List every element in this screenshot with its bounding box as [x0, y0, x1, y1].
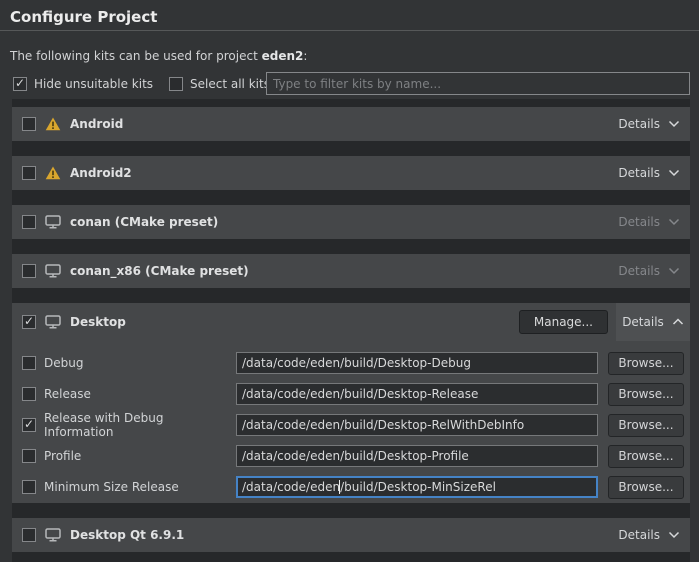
build-config-row-profile: Profile /data/code/eden/build/Desktop-Pr… — [12, 445, 690, 467]
build-config-checkbox[interactable] — [22, 449, 36, 463]
chevron-up-icon — [672, 318, 684, 326]
build-dir-text: /data/code/eden/build/Desktop-Profile — [242, 449, 469, 463]
kit-row-android: Android Details — [12, 107, 690, 141]
build-dir-input[interactable]: /data/code/eden/build/Desktop-MinSizeRel — [236, 476, 598, 498]
manage-kits-button[interactable]: Manage... — [519, 310, 608, 334]
browse-button[interactable]: Browse... — [608, 352, 684, 375]
build-config-checkbox[interactable] — [22, 356, 36, 370]
kit-list: Android Details Android2 Details conan (… — [12, 99, 690, 562]
chevron-down-icon — [668, 169, 680, 177]
kit-checkbox[interactable] — [22, 528, 36, 542]
chevron-down-icon — [668, 120, 680, 128]
build-dir-text: /data/code/eden/build/Desktop-Release — [242, 387, 478, 401]
kit-details-toggle[interactable]: Details — [618, 166, 680, 180]
kit-details-toggle[interactable]: Details — [616, 303, 690, 341]
build-config-row-relwithdebinfo: Release with Debug Information /data/cod… — [12, 414, 690, 436]
kit-name: Android — [70, 117, 123, 131]
build-config-row-debug: Debug /data/code/eden/build/Desktop-Debu… — [12, 352, 690, 374]
build-dir-text: /data/code/eden/build/Desktop-RelWithDeb… — [242, 418, 524, 432]
page-title: Configure Project — [10, 8, 157, 26]
build-dir-input[interactable]: /data/code/eden/build/Desktop-RelWithDeb… — [236, 414, 598, 436]
chevron-down-icon — [668, 531, 680, 539]
kit-checkbox[interactable] — [22, 264, 36, 278]
warning-icon — [45, 117, 61, 131]
desktop-icon — [45, 264, 61, 278]
browse-button[interactable]: Browse... — [608, 445, 684, 468]
build-dir-input[interactable]: /data/code/eden/build/Desktop-Release — [236, 383, 598, 405]
build-config-row-release: Release /data/code/eden/build/Desktop-Re… — [12, 383, 690, 405]
kit-row-conan: conan (CMake preset) Details — [12, 205, 690, 239]
details-label: Details — [618, 166, 660, 180]
text-caret — [339, 480, 340, 494]
build-config-row-minsizerel: Minimum Size Release /data/code/eden/bui… — [12, 476, 690, 498]
intro-suffix: : — [303, 49, 307, 63]
kit-checkbox[interactable] — [22, 315, 36, 329]
kit-details-toggle: Details — [618, 215, 680, 229]
build-config-label: Profile — [44, 449, 236, 463]
details-label: Details — [618, 117, 660, 131]
kit-name: conan (CMake preset) — [70, 215, 218, 229]
kit-checkbox[interactable] — [22, 166, 36, 180]
kit-section-desktop: Desktop Manage... Details Debug /data/co… — [12, 303, 690, 503]
build-dir-text: /data/code/eden/build/Desktop-Debug — [242, 356, 471, 370]
kit-name: Desktop Qt 6.9.1 — [70, 528, 184, 542]
build-config-label: Minimum Size Release — [44, 480, 236, 494]
kit-row-conan-x86: conan_x86 (CMake preset) Details — [12, 254, 690, 288]
build-dir-input[interactable]: /data/code/eden/build/Desktop-Profile — [236, 445, 598, 467]
build-config-checkbox[interactable] — [22, 418, 36, 432]
filter-row: Hide unsuitable kits Select all kits — [13, 77, 286, 91]
kit-details-toggle: Details — [618, 264, 680, 278]
intro-prefix: The following kits can be used for proje… — [10, 49, 262, 63]
kit-name: conan_x86 (CMake preset) — [70, 264, 249, 278]
details-label: Details — [618, 264, 660, 278]
build-config-label: Release — [44, 387, 236, 401]
hide-unsuitable-checkbox[interactable] — [13, 77, 27, 91]
select-all-label[interactable]: Select all kits — [190, 77, 270, 91]
build-dir-text: /data/code/eden/build/Desktop-MinSizeRel — [242, 480, 496, 494]
project-name: eden2 — [262, 49, 304, 63]
browse-button[interactable]: Browse... — [608, 414, 684, 437]
build-config-checkbox[interactable] — [22, 387, 36, 401]
browse-button[interactable]: Browse... — [608, 383, 684, 406]
kit-checkbox[interactable] — [22, 117, 36, 131]
details-label: Details — [618, 528, 660, 542]
build-config-label: Debug — [44, 356, 236, 370]
kit-details-toggle[interactable]: Details — [618, 117, 680, 131]
build-dir-input[interactable]: /data/code/eden/build/Desktop-Debug — [236, 352, 598, 374]
kit-details-toggle[interactable]: Details — [618, 528, 680, 542]
build-config-label: Release with Debug Information — [44, 411, 236, 439]
desktop-icon — [45, 528, 61, 542]
kit-row-desktop-qt: Desktop Qt 6.9.1 Details — [12, 518, 690, 552]
build-config-list: Debug /data/code/eden/build/Desktop-Debu… — [12, 341, 690, 498]
hide-unsuitable-label[interactable]: Hide unsuitable kits — [34, 77, 153, 91]
details-label: Details — [622, 315, 664, 329]
warning-icon — [45, 166, 61, 180]
kit-name: Desktop — [70, 315, 126, 329]
kit-row-desktop: Desktop Manage... Details — [12, 303, 690, 341]
browse-button[interactable]: Browse... — [608, 476, 684, 499]
kit-checkbox[interactable] — [22, 215, 36, 229]
intro-text: The following kits can be used for proje… — [10, 49, 307, 63]
desktop-icon — [45, 215, 61, 229]
desktop-icon — [45, 315, 61, 329]
chevron-down-icon — [668, 267, 680, 275]
build-config-checkbox[interactable] — [22, 480, 36, 494]
kit-filter-input[interactable] — [266, 72, 690, 95]
kit-row-android2: Android2 Details — [12, 156, 690, 190]
select-all-checkbox[interactable] — [169, 77, 183, 91]
chevron-down-icon — [668, 218, 680, 226]
title-separator — [0, 30, 699, 31]
kit-name: Android2 — [70, 166, 132, 180]
details-label: Details — [618, 215, 660, 229]
